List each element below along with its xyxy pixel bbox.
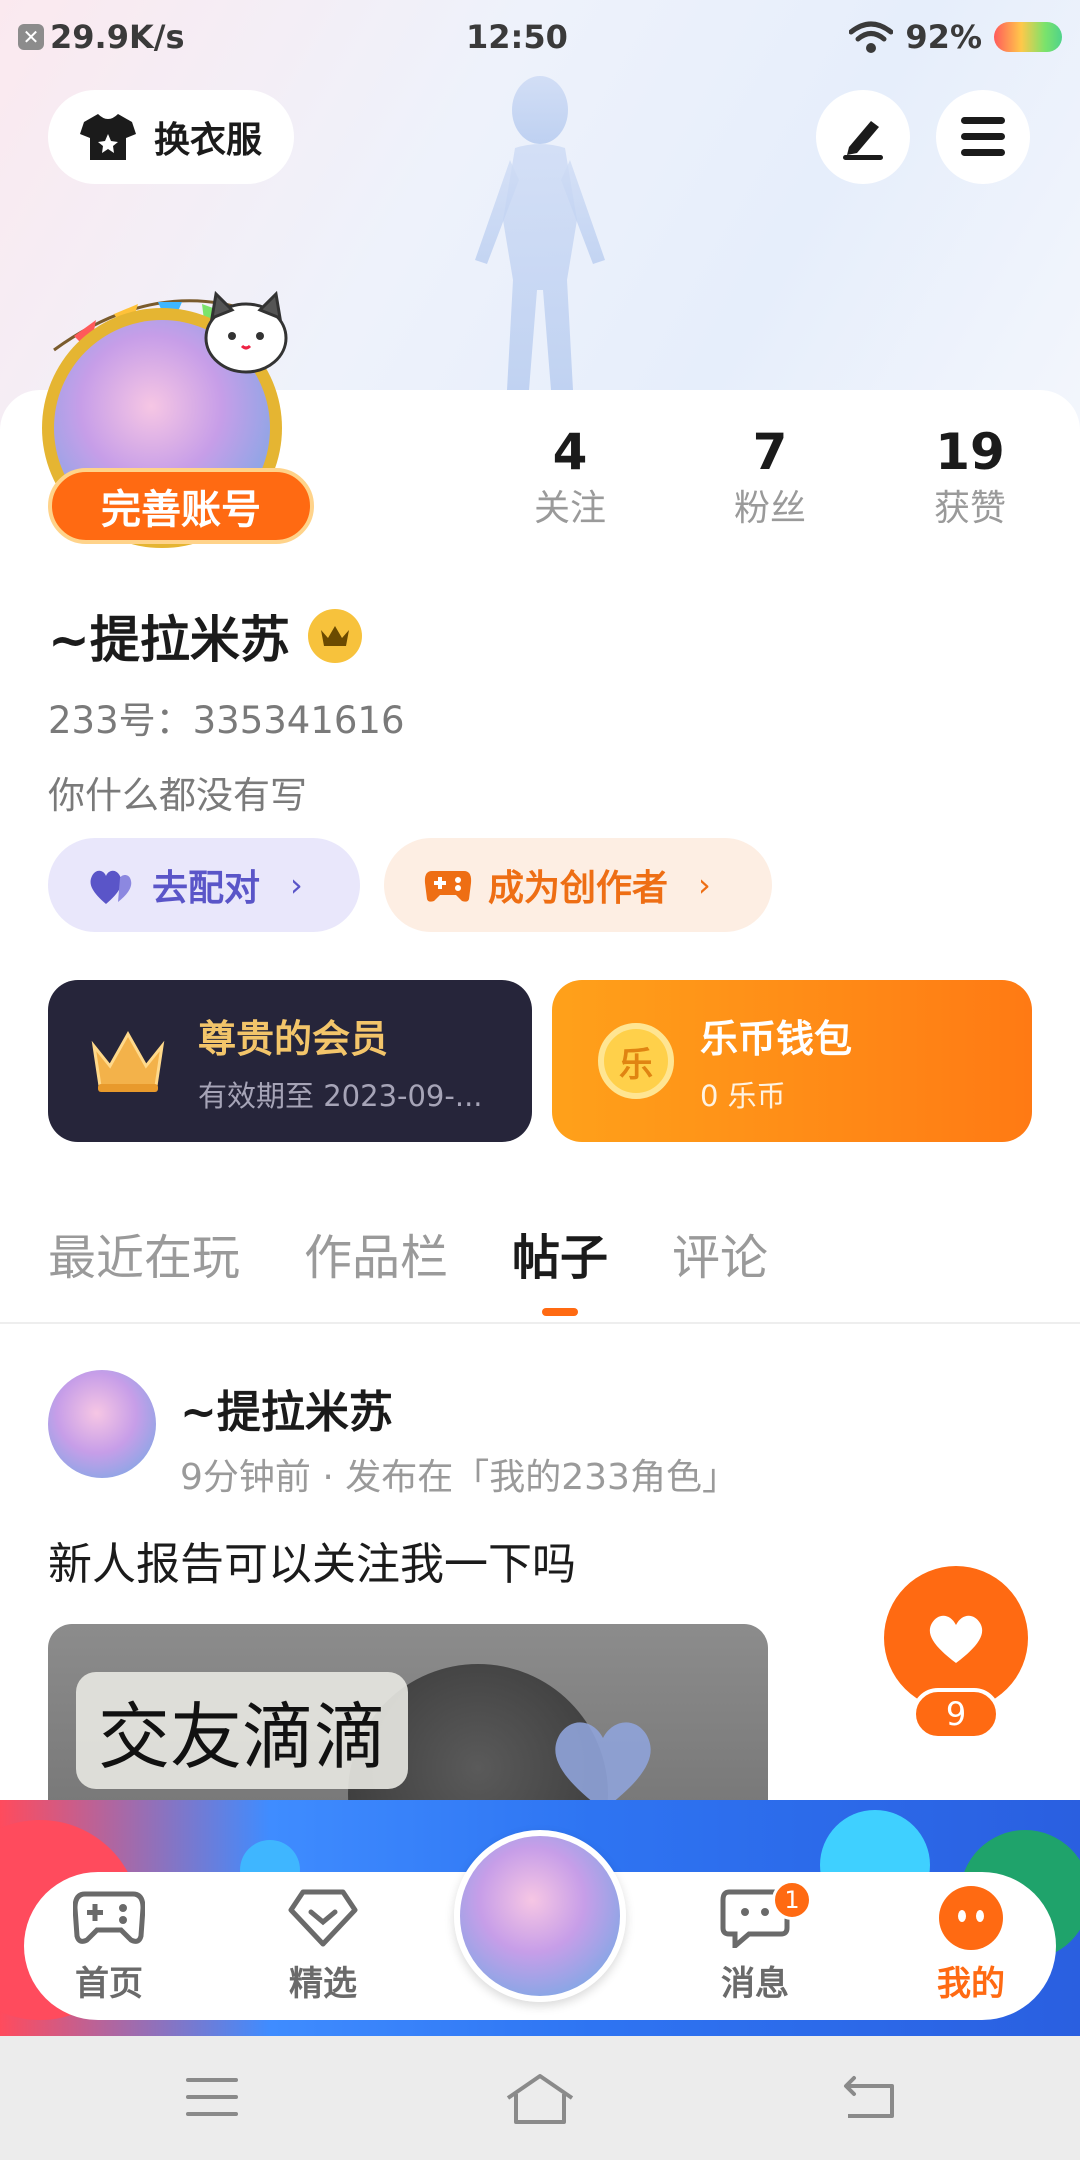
user-id: 233号：335341616	[48, 699, 405, 742]
coin-icon: 乐	[598, 1023, 674, 1099]
vip-expiry: 有效期至 2023-09-...	[198, 1078, 483, 1113]
nav-messages-label: 消息	[721, 1964, 789, 2004]
user-bio: 你什么都没有写	[48, 774, 307, 817]
profile-username: ~提拉米苏	[48, 600, 362, 672]
battery-icon	[994, 22, 1062, 52]
like-count: 9	[912, 1688, 1000, 1740]
profile-tabs: 最近在玩 作品栏 帖子 评论	[48, 1218, 768, 1316]
nav-home-label: 首页	[75, 1964, 143, 2004]
match-label: 去配对	[152, 868, 261, 909]
tab-posts[interactable]: 帖子	[512, 1218, 609, 1316]
wifi-icon	[849, 21, 894, 53]
stat-following[interactable]: 4 关注	[470, 420, 670, 534]
post-author-name[interactable]: ~提拉米苏	[180, 1376, 393, 1440]
tabs-divider	[0, 1322, 1080, 1324]
become-creator-button[interactable]: 成为创作者 ›	[384, 838, 772, 932]
become-creator-label: 成为创作者	[488, 868, 669, 909]
tab-active-indicator	[542, 1308, 579, 1316]
gamepad-icon	[73, 1891, 145, 1944]
post-author-avatar[interactable]	[48, 1370, 156, 1478]
post-meta: 9分钟前 · 发布在「我的233角色」	[180, 1457, 738, 1498]
complete-account-badge[interactable]: 完善账号	[48, 468, 314, 544]
message-count-badge: 1	[772, 1880, 812, 1920]
nav-featured[interactable]: 精选	[248, 1880, 398, 2005]
tab-comments[interactable]: 评论	[672, 1218, 768, 1288]
tab-recently-played[interactable]: 最近在玩	[48, 1218, 240, 1288]
image-caption-text: 交友滴滴	[76, 1672, 409, 1789]
chevron-right-icon: ›	[698, 866, 711, 904]
crown-icon[interactable]	[307, 609, 362, 663]
gamepad-icon	[424, 871, 472, 902]
nav-avatar-button[interactable]	[454, 1830, 626, 2002]
nav-me-label: 我的	[937, 1964, 1005, 2004]
change-outfit-button[interactable]: 换衣服	[48, 90, 294, 184]
back-icon[interactable]	[842, 2072, 898, 2122]
hearts-icon	[90, 870, 132, 904]
system-navigation-bar	[0, 2036, 1080, 2160]
notification-x-icon: ✕	[18, 24, 44, 50]
tab-posts-label: 帖子	[512, 1230, 609, 1286]
wallet-balance: 0 乐币	[700, 1078, 786, 1113]
stat-label: 关注	[533, 488, 606, 529]
coin-wallet-card[interactable]: 乐 乐币钱包 0 乐币	[552, 980, 1032, 1142]
shirt-icon	[80, 114, 136, 160]
stat-label: 获赞	[933, 488, 1006, 529]
profile-avatar[interactable]: 完善账号	[34, 290, 314, 560]
edit-profile-button[interactable]	[816, 90, 910, 184]
battery-percent: 92%	[905, 18, 982, 56]
wallet-title: 乐币钱包	[700, 1016, 853, 1061]
menu-button[interactable]	[936, 90, 1030, 184]
pen-icon	[843, 121, 883, 160]
vip-title: 尊贵的会员	[198, 1016, 389, 1061]
gold-crown-icon	[91, 1030, 165, 1092]
status-time: 12:50	[466, 18, 568, 56]
recent-apps-icon[interactable]	[184, 2072, 240, 2122]
change-outfit-label: 换衣服	[154, 120, 263, 161]
nav-home[interactable]: 首页	[34, 1880, 184, 2005]
stat-value: 7	[752, 423, 788, 481]
profile-stats: 4 关注 7 粉丝 19 获赞	[470, 420, 1070, 534]
post-text[interactable]: 新人报告可以关注我一下吗	[48, 1528, 576, 1592]
vip-member-card[interactable]: 尊贵的会员 有效期至 2023-09-...	[48, 980, 532, 1142]
home-icon[interactable]	[504, 2072, 576, 2126]
nav-me[interactable]: 我的	[896, 1880, 1046, 2005]
heart-icon	[929, 1615, 983, 1663]
cat-mascot-icon	[204, 290, 288, 374]
match-button[interactable]: 去配对 ›	[48, 838, 360, 932]
diamond-heart-icon	[288, 1889, 358, 1947]
stat-label: 粉丝	[733, 488, 806, 529]
status-bar: ✕ 29.9K/s 12:50 92%	[0, 0, 1080, 74]
hamburger-icon	[961, 117, 1005, 156]
stat-likes[interactable]: 19 获赞	[870, 420, 1070, 534]
tab-works[interactable]: 作品栏	[304, 1218, 448, 1288]
stat-followers[interactable]: 7 粉丝	[670, 420, 870, 534]
network-speed: 29.9K/s	[50, 18, 185, 56]
heart-sticker-icon	[555, 1722, 651, 1810]
avatar-figure-hologram	[475, 76, 605, 390]
stat-value: 19	[935, 423, 1005, 481]
smiley-face-icon	[939, 1886, 1003, 1950]
username-text: ~提拉米苏	[48, 611, 290, 669]
chevron-right-icon: ›	[290, 866, 303, 904]
stat-value: 4	[552, 423, 588, 481]
nav-featured-label: 精选	[289, 1964, 357, 2004]
